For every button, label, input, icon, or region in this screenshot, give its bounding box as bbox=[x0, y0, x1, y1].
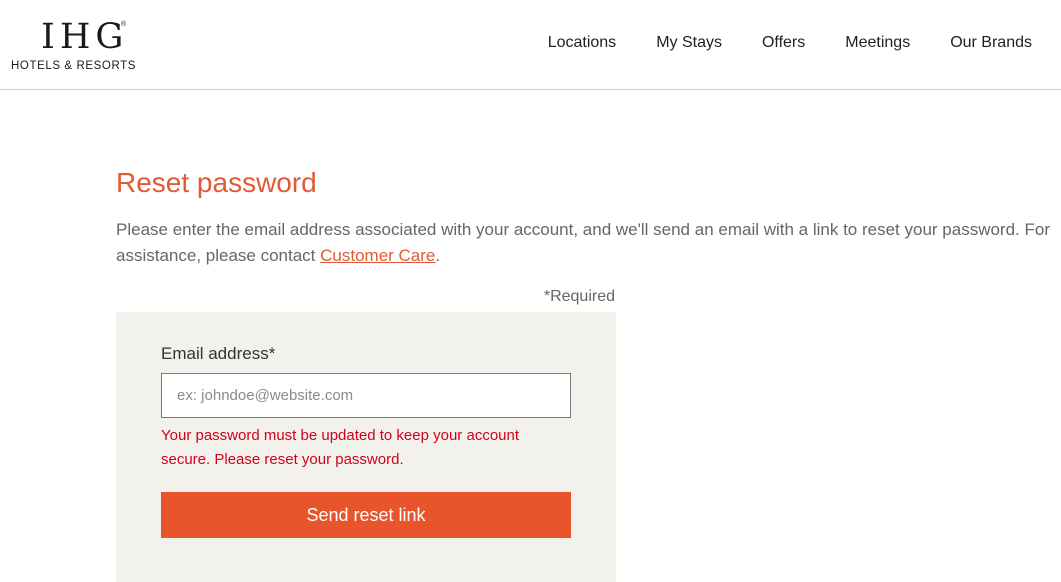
intro-text: Please enter the email address associate… bbox=[116, 217, 1056, 269]
intro-text-start: Please enter the email address associate… bbox=[116, 220, 1050, 265]
main-nav: Locations My Stays Offers Meetings Our B… bbox=[548, 34, 1032, 52]
page-title: Reset password bbox=[116, 167, 317, 198]
nav-item-locations[interactable]: Locations bbox=[548, 34, 617, 52]
nav-item-our-brands[interactable]: Our Brands bbox=[950, 34, 1032, 52]
required-note: *Required bbox=[543, 288, 615, 305]
registered-mark: ® bbox=[121, 21, 127, 28]
error-message: Your password must be updated to keep yo… bbox=[161, 427, 520, 468]
intro-text-end: . bbox=[435, 246, 441, 265]
send-reset-link-button[interactable]: Send reset link bbox=[161, 492, 571, 538]
nav-item-meetings[interactable]: Meetings bbox=[845, 34, 910, 52]
reset-password-section: Reset password Please enter the email ad… bbox=[116, 166, 1056, 582]
reset-password-form: Email address* Your password must be upd… bbox=[116, 312, 616, 582]
ihg-logo[interactable]: IHG ® HOTELS & RESORTS bbox=[11, 18, 153, 76]
customer-care-link[interactable]: Customer Care bbox=[320, 246, 435, 265]
logo-mark: IHG bbox=[41, 17, 129, 57]
logo-subtitle: HOTELS & RESORTS bbox=[11, 60, 137, 72]
email-input[interactable] bbox=[161, 373, 571, 418]
nav-item-offers[interactable]: Offers bbox=[762, 34, 805, 52]
site-header: IHG ® HOTELS & RESORTS Locations My Stay… bbox=[0, 0, 1061, 90]
nav-item-my-stays[interactable]: My Stays bbox=[656, 34, 722, 52]
email-label: Email address* bbox=[161, 344, 276, 363]
